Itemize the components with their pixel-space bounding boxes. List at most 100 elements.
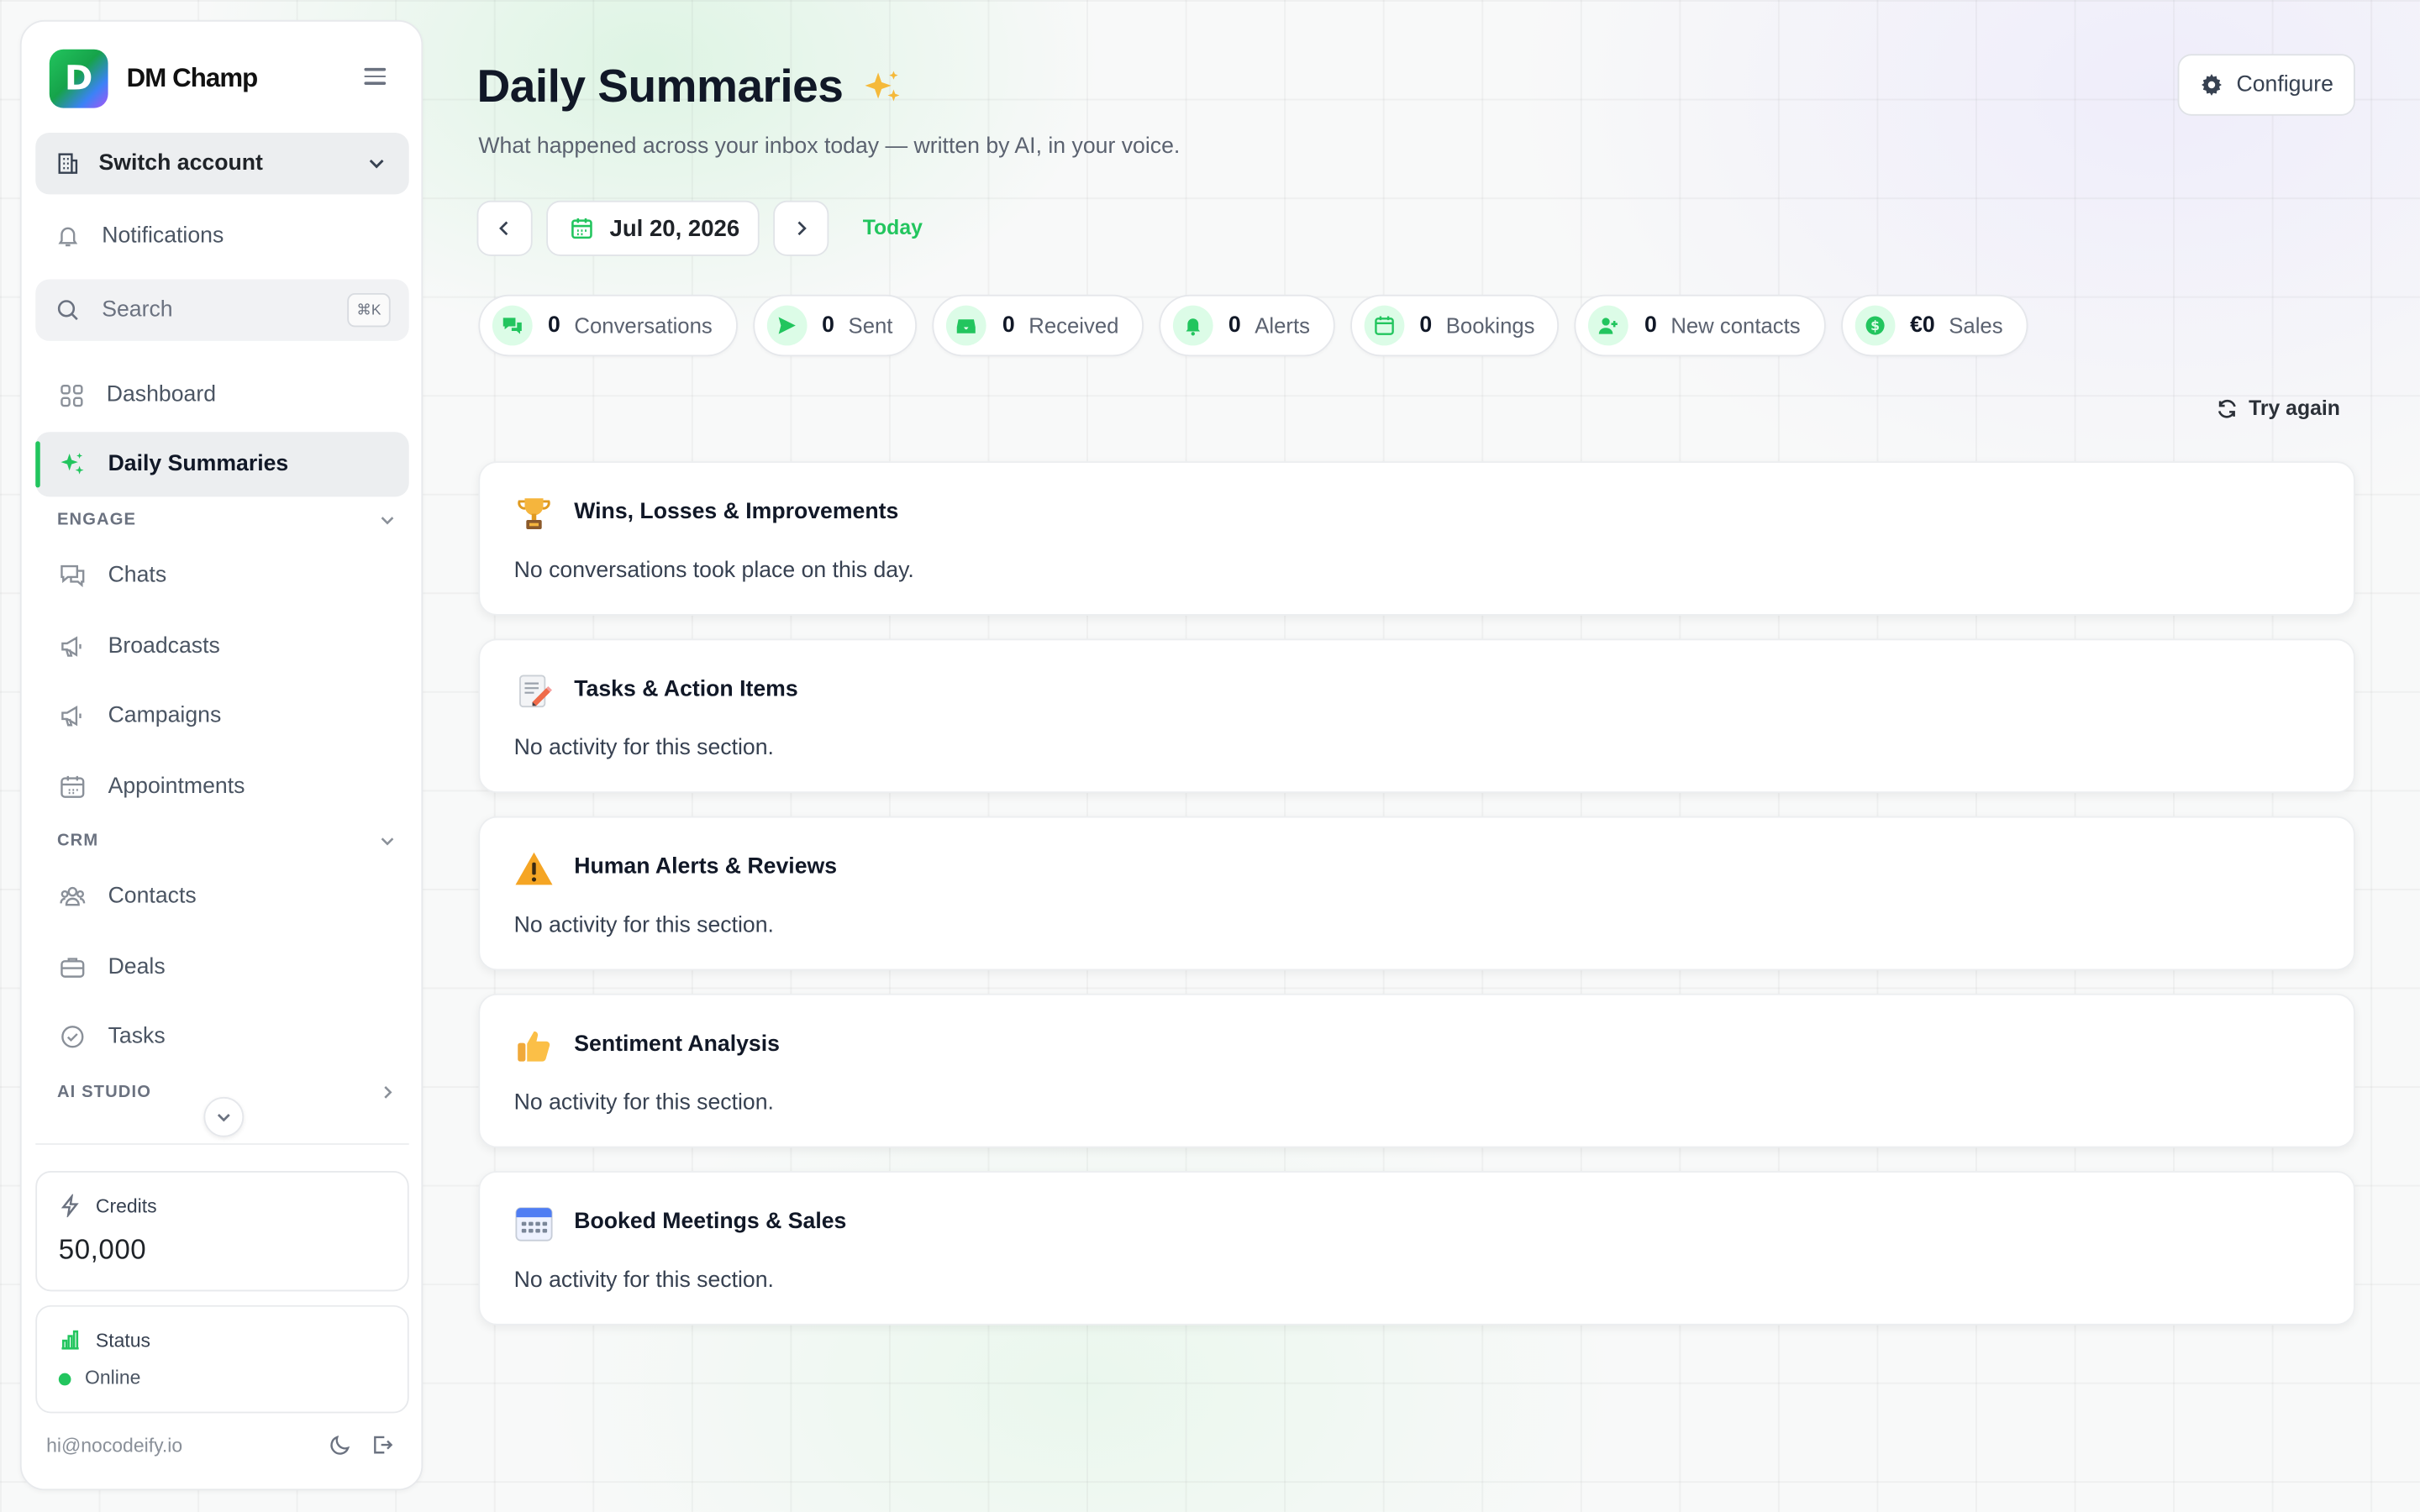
sidebar-item-label: Deals [108, 954, 166, 980]
previous-day-button[interactable] [476, 200, 533, 256]
sidebar-item-label: Campaigns [108, 703, 222, 728]
try-again-label: Try again [2249, 396, 2340, 420]
search-placeholder: Search [102, 297, 173, 323]
stat-label: Sent [848, 312, 893, 339]
section-title: CRM [56, 831, 99, 851]
stat-chip-new-contacts: 0 New contacts [1575, 294, 1826, 357]
briefcase-icon [60, 958, 85, 978]
warning-icon [515, 852, 553, 885]
try-again-button[interactable]: Try again [2217, 396, 2340, 420]
stat-label: New contacts [1670, 312, 1801, 339]
svg-text:$: $ [1870, 318, 1879, 333]
building-icon [58, 153, 78, 174]
search-input[interactable]: Search ⌘K [35, 279, 409, 341]
refresh-icon [2217, 398, 2236, 417]
stat-label: Alerts [1255, 312, 1310, 339]
sidebar-item-contacts[interactable]: Contacts [35, 864, 408, 929]
lightning-icon [60, 1194, 79, 1218]
stat-label: Received [1028, 312, 1119, 339]
section-title: Human Alerts & Reviews [574, 854, 838, 879]
stat-chip-alerts: 0 Alerts [1159, 294, 1335, 357]
memo-icon [519, 675, 552, 708]
stat-value: €0 [1910, 312, 1935, 339]
status-label: Status [95, 1330, 150, 1352]
sidebar-item-label: Chats [108, 563, 167, 588]
stat-chip-sent: 0 Sent [752, 294, 918, 357]
stat-chip-received: 0 Received [933, 294, 1144, 357]
current-date: Jul 20, 2026 [609, 215, 740, 242]
sidebar-item-campaigns[interactable]: Campaigns [35, 684, 408, 748]
bell-icon [1172, 305, 1213, 346]
section-engage[interactable]: ENGAGE [57, 511, 397, 529]
divider [35, 1142, 409, 1145]
date-picker-button[interactable]: Jul 20, 2026 [546, 200, 760, 256]
bell-icon [58, 227, 78, 247]
sidebar-item-broadcasts[interactable]: Broadcasts [35, 614, 408, 679]
dollar-icon: $ [1854, 305, 1895, 346]
next-day-button[interactable] [773, 200, 829, 256]
brand[interactable]: D DM Champ [49, 49, 258, 108]
page-subtitle: What happened across your inbox today — … [478, 134, 1181, 160]
calendar-icon [60, 775, 85, 798]
stat-chip-sales: $ €0 Sales [1840, 294, 2028, 357]
megaphone-icon [61, 706, 82, 727]
page-title: Daily Summaries [477, 61, 905, 113]
sparkles-icon [865, 71, 900, 102]
megaphone-icon [61, 636, 82, 657]
section-crm[interactable]: CRM [57, 832, 397, 850]
today-link[interactable]: Today [863, 216, 923, 239]
stats-row: 0 Conversations 0 Sent 0 Received 0 Aler… [478, 294, 2028, 357]
sidebar-item-label: Daily Summaries [108, 452, 289, 477]
chevron-down-icon [381, 837, 394, 846]
section-title: Booked Meetings & Sales [574, 1209, 847, 1235]
chevron-left-icon [499, 221, 508, 236]
status-card: Status Online [35, 1305, 409, 1414]
stat-chip-conversations: 0 Conversations [478, 294, 738, 357]
menu-icon[interactable] [364, 67, 387, 87]
sidebar-item-daily-summaries[interactable]: Daily Summaries [35, 432, 409, 497]
trophy-icon [518, 498, 550, 529]
check-circle-icon [61, 1026, 84, 1048]
section-text: No activity for this section. [513, 1268, 774, 1294]
stat-value: 0 [1228, 312, 1241, 339]
credits-card: Credits 50,000 [35, 1171, 409, 1292]
stat-value: 0 [1002, 312, 1015, 339]
users-icon [60, 886, 86, 906]
section-title: Tasks & Action Items [574, 677, 798, 702]
chevron-down-icon [369, 159, 384, 169]
sidebar-item-dashboard[interactable]: Dashboard [35, 363, 408, 428]
chevron-down-icon [217, 1114, 230, 1122]
sidebar-item-label: Broadcasts [108, 633, 220, 659]
section-card-sentiment: Sentiment Analysis No activity for this … [478, 993, 2355, 1148]
sidebar-item-label: Contacts [108, 884, 197, 909]
configure-button[interactable]: Configure [2177, 54, 2355, 116]
thumbs-up-icon [518, 1031, 550, 1062]
section-title: Sentiment Analysis [574, 1032, 780, 1058]
sidebar-item-deals[interactable]: Deals [35, 935, 408, 1000]
chat-bubbles-icon [492, 305, 533, 346]
gear-icon [2202, 74, 2223, 96]
notifications-link[interactable]: Notifications [35, 205, 408, 266]
logout-icon[interactable] [371, 1433, 394, 1457]
stat-value: 0 [1419, 312, 1433, 339]
section-card-alerts: Human Alerts & Reviews No activity for t… [478, 816, 2355, 971]
notifications-label: Notifications [102, 223, 224, 249]
credits-label: Credits [95, 1195, 157, 1218]
bar-chart-icon [61, 1330, 79, 1350]
sidebar-item-chats[interactable]: Chats [35, 543, 408, 608]
moon-icon[interactable] [329, 1433, 352, 1457]
sidebar-item-tasks[interactable]: Tasks [35, 1005, 408, 1069]
user-plus-icon [1588, 305, 1629, 346]
section-title: AI STUDIO [56, 1083, 152, 1102]
sidebar-item-appointments[interactable]: Appointments [35, 754, 408, 819]
status-value: Online [85, 1367, 141, 1389]
switch-account-button[interactable]: Switch account [35, 132, 409, 195]
stat-value: 0 [1644, 312, 1657, 339]
chevron-down-icon [381, 517, 394, 525]
calendar-icon [515, 1207, 553, 1242]
section-text: No conversations took place on this day. [513, 558, 914, 584]
scroll-down-button[interactable] [203, 1096, 245, 1137]
calendar-icon [571, 218, 592, 239]
send-icon [766, 305, 807, 346]
section-title: Wins, Losses & Improvements [574, 500, 899, 525]
